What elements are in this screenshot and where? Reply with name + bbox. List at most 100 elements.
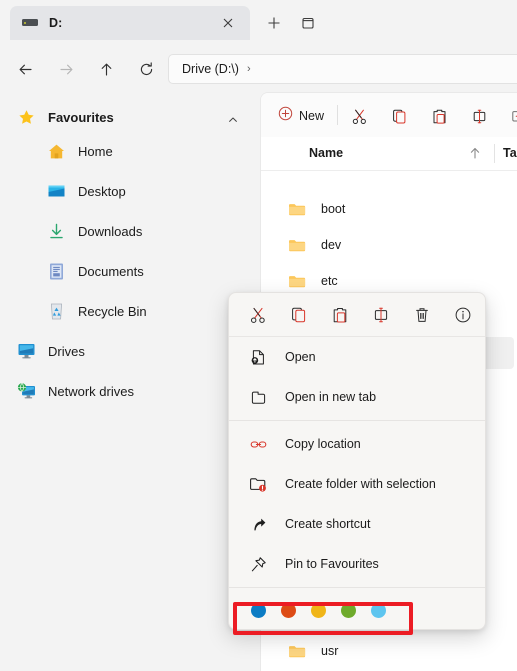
sidebar-item-label: Drives: [48, 343, 85, 359]
close-icon[interactable]: [220, 15, 236, 31]
arrow-up-icon[interactable]: [92, 55, 120, 83]
star-icon: [16, 107, 36, 127]
menu-item-label: Pin to Favourites: [285, 557, 379, 571]
rename-icon[interactable]: [361, 300, 401, 330]
monitor-icon: [16, 341, 36, 361]
address-bar[interactable]: Drive (D:\) ›: [168, 54, 517, 84]
paste-icon[interactable]: [320, 300, 360, 330]
menu-item-create-shortcut[interactable]: Create shortcut: [229, 504, 485, 544]
sort-ascending-icon[interactable]: [468, 146, 482, 160]
menu-item-open[interactable]: Open: [229, 337, 485, 377]
column-header: Name Ta: [261, 137, 517, 171]
context-menu-toolbar: [229, 293, 485, 337]
command-bar: New: [261, 93, 517, 137]
file-name: etc: [321, 274, 338, 288]
folder-icon: [288, 274, 306, 289]
table-row[interactable]: dev: [265, 229, 514, 261]
sidebar-item-label: Network drives: [48, 383, 134, 399]
command-separator: [337, 105, 338, 125]
sidebar-item-label: Favourites: [48, 109, 114, 125]
table-row[interactable]: boot: [265, 193, 514, 225]
sidebar-item-desktop[interactable]: Desktop: [8, 175, 252, 207]
sidebar-item-drives[interactable]: Drives: [8, 335, 252, 367]
menu-item-label: Create folder with selection: [285, 477, 436, 491]
sidebar-item-downloads[interactable]: Downloads: [8, 215, 252, 247]
breadcrumb[interactable]: Drive (D:\): [182, 62, 239, 76]
refresh-icon[interactable]: [132, 55, 160, 83]
file-explorer-window: D: Drive (D:\) › Favourites Home Desktop…: [0, 0, 517, 671]
copy-icon[interactable]: [387, 104, 411, 128]
new-tab-icon: [249, 388, 267, 406]
rename-icon[interactable]: [467, 104, 491, 128]
home-icon: [46, 141, 66, 161]
chevron-up-icon[interactable]: [228, 112, 238, 122]
sidebar-item-favourites[interactable]: Favourites: [8, 101, 252, 133]
breadcrumb-separator: ›: [246, 63, 251, 75]
color-swatch-green[interactable]: [341, 602, 356, 618]
sidebar-item-label: Documents: [78, 263, 144, 279]
documents-icon: [46, 261, 66, 281]
sidebar-item-recycle-bin[interactable]: Recycle Bin: [8, 295, 252, 327]
link-icon: [249, 435, 267, 453]
tab-bar: D:: [0, 0, 517, 46]
tab-title: D:: [49, 16, 63, 30]
tab-list-icon[interactable]: [298, 13, 318, 33]
download-icon: [46, 221, 66, 241]
sidebar-item-documents[interactable]: Documents: [8, 255, 252, 287]
arrow-left-icon[interactable]: [11, 55, 39, 83]
copy-icon[interactable]: [279, 300, 319, 330]
desktop-icon: [46, 181, 66, 201]
file-name: usr: [321, 644, 339, 658]
drive-icon: [22, 15, 38, 31]
color-swatch-blue[interactable]: [251, 602, 266, 618]
menu-item-label: Open: [285, 350, 316, 364]
color-swatch-yellow[interactable]: [311, 602, 326, 618]
paste-icon[interactable]: [427, 104, 451, 128]
menu-item-label: Open in new tab: [285, 390, 377, 404]
folder-icon: [288, 202, 306, 217]
menu-separator: [229, 420, 485, 421]
sidebar-item-label: Recycle Bin: [78, 303, 147, 319]
menu-separator: [229, 587, 485, 588]
color-swatch-light-blue[interactable]: [371, 602, 386, 618]
pin-icon: [249, 555, 267, 573]
folder-icon: [288, 238, 306, 253]
sidebar-item-network-drives[interactable]: Network drives: [8, 375, 252, 407]
recycle-bin-icon: [46, 301, 66, 321]
sidebar-item-label: Desktop: [78, 183, 126, 199]
column-divider[interactable]: [494, 144, 495, 163]
delete-icon[interactable]: [402, 300, 442, 330]
new-button-label: New: [299, 108, 325, 123]
new-tab-button[interactable]: [264, 13, 284, 33]
menu-item-label: Copy location: [285, 437, 361, 451]
share-icon[interactable]: [507, 104, 517, 128]
file-name: boot: [321, 202, 346, 216]
folder-add-icon: [249, 475, 267, 493]
navigation-bar: Drive (D:\) ›: [0, 46, 517, 92]
sidebar-item-label: Downloads: [78, 223, 143, 239]
column-tags[interactable]: Ta: [503, 146, 517, 160]
color-tag-row: [229, 591, 485, 629]
context-menu: Open Open in new tab Copy location Creat…: [228, 292, 486, 630]
sidebar-item-label: Home: [78, 143, 113, 159]
menu-item-copy-location[interactable]: Copy location: [229, 424, 485, 464]
column-name[interactable]: Name: [309, 146, 343, 160]
properties-icon[interactable]: [443, 300, 483, 330]
network-drive-icon: [16, 381, 36, 401]
cut-icon[interactable]: [238, 300, 278, 330]
menu-item-pin-to-favourites[interactable]: Pin to Favourites: [229, 544, 485, 584]
menu-item-label: Create shortcut: [285, 517, 371, 531]
file-name: dev: [321, 238, 342, 252]
sidebar-item-home[interactable]: Home: [8, 135, 252, 167]
table-row[interactable]: usr: [265, 635, 514, 667]
menu-item-open-in-new-tab[interactable]: Open in new tab: [229, 377, 485, 417]
new-button[interactable]: New: [271, 103, 331, 128]
menu-item-create-folder-with-selection[interactable]: Create folder with selection: [229, 464, 485, 504]
color-swatch-orange[interactable]: [281, 602, 296, 618]
folder-icon: [288, 644, 306, 659]
shortcut-icon: [249, 515, 267, 533]
cut-icon[interactable]: [347, 104, 371, 128]
arrow-right-icon: [52, 55, 80, 83]
tab-drive-d[interactable]: D:: [10, 6, 250, 40]
navigation-pane: Favourites Home Desktop Downloads Docume…: [0, 92, 260, 671]
